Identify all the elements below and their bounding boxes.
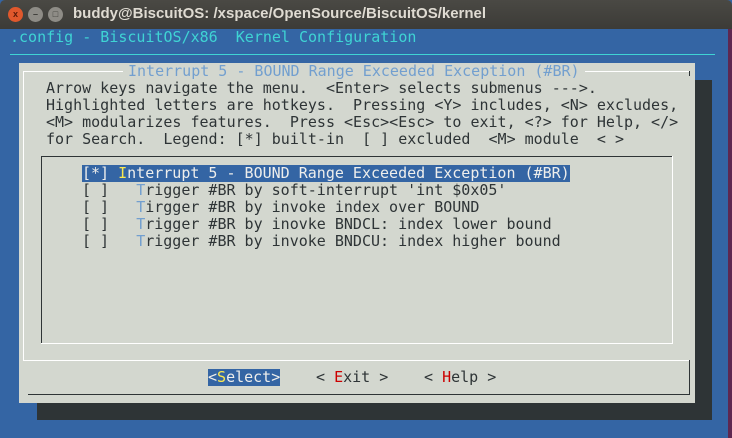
menu-item-bndcu[interactable]: [ ] Trigger #BR by invoke BNDCU: index h…	[82, 233, 561, 250]
menu-item-bndcl[interactable]: [ ] Trigger #BR by inovke BNDCL: index l…	[82, 216, 552, 233]
dialog-title: Interrupt 5 - BOUND Range Exceeded Excep…	[123, 63, 585, 80]
menu-item-soft-interrupt[interactable]: [ ] Trigger #BR by soft-interrupt 'int $…	[82, 182, 506, 199]
checkbox[interactable]: [ ]	[82, 181, 109, 199]
list-border-left	[41, 156, 42, 344]
maximize-window-button[interactable]: □	[48, 7, 63, 22]
button-bracket: <	[208, 368, 218, 386]
checkbox[interactable]: [ ]	[82, 215, 109, 233]
dialog-border-bottom	[28, 394, 690, 395]
hotkey: E	[334, 368, 344, 386]
item-label: rigger #BR by inovke BNDCL: index lower …	[145, 215, 552, 233]
window-titlebar: x – □ buddy@BiscuitOS: /xspace/OpenSourc…	[0, 0, 732, 29]
hotkey: T	[136, 198, 146, 216]
config-title: .config - BiscuitOS/x86 Kernel Configura…	[10, 28, 417, 46]
button-bracket: <	[316, 368, 335, 386]
hotkey: T	[136, 181, 146, 199]
dialog-shadow-right	[694, 80, 712, 420]
hotkey: H	[442, 368, 452, 386]
dialog-border-right	[689, 360, 690, 394]
minimize-window-button[interactable]: –	[28, 7, 43, 22]
close-icon: x	[12, 9, 18, 19]
button-label: xit >	[343, 368, 389, 386]
maximize-icon: □	[52, 9, 59, 19]
item-label: rigger #BR by soft-interrupt 'int $0x05'	[145, 181, 507, 199]
item-label: irgger #BR by invoke index over BOUND	[145, 198, 480, 216]
help-button[interactable]: < Help >	[424, 369, 496, 386]
menu-item-index-over-bound[interactable]: [ ] Tirgger #BR by invoke index over BOU…	[82, 199, 479, 216]
list-border-right	[672, 156, 673, 344]
button-bracket: <	[424, 368, 443, 386]
list-border-bottom	[41, 343, 673, 344]
terminal[interactable]: .config - BiscuitOS/x86 Kernel Configura…	[0, 29, 732, 438]
hotkey: T	[136, 215, 146, 233]
menu-dialog: Interrupt 5 - BOUND Range Exceeded Excep…	[19, 63, 695, 403]
button-label: elp >	[451, 368, 497, 386]
checkbox[interactable]: [*]	[82, 164, 109, 182]
button-label: elect>	[226, 368, 281, 386]
select-button[interactable]: <Select>	[208, 368, 281, 386]
help-line: <M> modularizes features. Press <Esc><Es…	[46, 113, 679, 131]
help-line: for Search. Legend: [*] built-in [ ] exc…	[46, 130, 624, 148]
hotkey: S	[217, 368, 227, 386]
item-label: rigger #BR by invoke BNDCU: index higher…	[145, 232, 561, 250]
help-line: Arrow keys navigate the menu. <Enter> se…	[46, 79, 597, 97]
minimize-icon: –	[32, 9, 38, 19]
dialog-separator	[23, 360, 690, 361]
checkbox[interactable]: [ ]	[82, 232, 109, 250]
header-divider	[10, 54, 715, 55]
list-border-top	[41, 156, 673, 157]
menu-item-interrupt-5[interactable]: [*] Interrupt 5 - BOUND Range Exceeded E…	[82, 165, 570, 182]
checkbox[interactable]: [ ]	[82, 198, 109, 216]
dialog-border-corner	[689, 71, 690, 76]
hotkey: T	[136, 232, 146, 250]
close-window-button[interactable]: x	[8, 7, 23, 22]
hotkey: I	[118, 164, 128, 182]
dialog-border-left	[23, 71, 24, 360]
dialog-shadow-bottom	[37, 403, 712, 420]
exit-button[interactable]: < Exit >	[316, 369, 388, 386]
window-title: buddy@BiscuitOS: /xspace/OpenSource/Bisc…	[73, 5, 487, 22]
item-label: nterrupt 5 - BOUND Range Exceeded Except…	[127, 164, 570, 182]
help-line: Highlighted letters are hotkeys. Pressin…	[46, 96, 679, 114]
